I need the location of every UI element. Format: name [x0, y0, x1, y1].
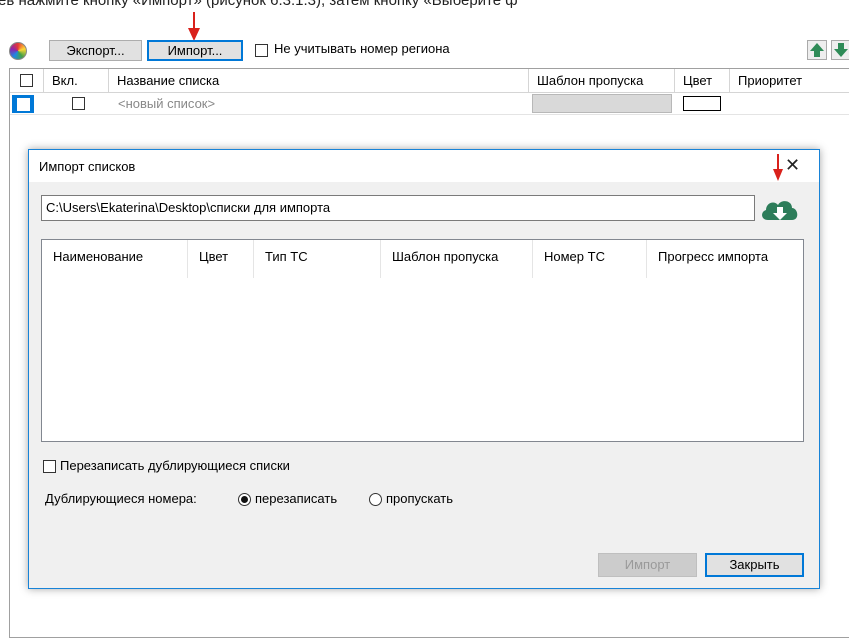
- move-up-button[interactable]: [807, 40, 827, 60]
- overwrite-duplicates-checkbox[interactable]: [43, 460, 56, 473]
- color-palette-icon[interactable]: [9, 42, 27, 60]
- arrow-down-icon: [834, 43, 848, 57]
- new-list-placeholder[interactable]: <новый список>: [118, 96, 215, 111]
- select-all-header[interactable]: [10, 69, 44, 93]
- overwrite-duplicates-label: Перезаписать дублирующиеся списки: [60, 458, 290, 473]
- dialog-title: Импорт списков: [39, 159, 136, 174]
- radio-skip[interactable]: [369, 493, 382, 506]
- import-preview-table: Наименование Цвет Тип ТС Шаблон пропуска…: [41, 239, 804, 442]
- row-enabled-checkbox[interactable]: [72, 97, 85, 110]
- import-path-field[interactable]: C:\Users\Ekaterina\Desktop\списки для им…: [41, 195, 755, 221]
- move-down-button[interactable]: [831, 40, 849, 60]
- pass-template-cell[interactable]: [532, 94, 672, 113]
- ignore-region-label: Не учитывать номер региона: [274, 41, 450, 56]
- select-all-checkbox[interactable]: [20, 74, 33, 87]
- radio-overwrite[interactable]: [238, 493, 251, 506]
- column-priority[interactable]: Приоритет: [730, 69, 849, 93]
- column-pass-template[interactable]: Шаблон пропуска: [381, 240, 533, 278]
- close-icon[interactable]: ✕: [785, 155, 800, 176]
- column-list-name[interactable]: Название списка: [109, 69, 529, 93]
- red-arrow-icon: [188, 12, 200, 41]
- import-lists-dialog: Импорт списков ✕ C:\Users\Ekaterina\Desk…: [28, 149, 820, 589]
- export-button[interactable]: Экспорт...: [49, 40, 142, 61]
- column-pass-template[interactable]: Шаблон пропуска: [529, 69, 675, 93]
- new-list-row[interactable]: <новый список>: [10, 93, 849, 115]
- cloud-download-icon[interactable]: [759, 194, 801, 224]
- radio-overwrite-label[interactable]: перезаписать: [255, 491, 337, 506]
- column-enabled[interactable]: Вкл.: [44, 69, 109, 93]
- ignore-region-checkbox[interactable]: [255, 44, 268, 57]
- row-selector[interactable]: [12, 95, 34, 113]
- import-submit-button[interactable]: Импорт: [598, 553, 697, 577]
- arrow-up-icon: [810, 43, 824, 57]
- dialog-titlebar: [29, 150, 819, 182]
- document-caption: ев нажмите кнопку «Импорт» (рисунок 6.3.…: [0, 0, 518, 9]
- column-vehicle-number[interactable]: Номер ТС: [533, 240, 647, 278]
- column-vehicle-type[interactable]: Тип ТС: [254, 240, 381, 278]
- column-import-progress[interactable]: Прогресс импорта: [647, 240, 805, 278]
- column-color[interactable]: Цвет: [188, 240, 254, 278]
- color-swatch[interactable]: [683, 96, 721, 111]
- column-color[interactable]: Цвет: [675, 69, 730, 93]
- red-arrow-icon: [773, 154, 783, 181]
- import-button[interactable]: Импорт...: [147, 40, 243, 61]
- close-button[interactable]: Закрыть: [705, 553, 804, 577]
- column-name[interactable]: Наименование: [42, 240, 188, 278]
- row-select-checkbox[interactable]: [17, 98, 30, 111]
- radio-skip-label[interactable]: пропускать: [386, 491, 453, 506]
- duplicate-numbers-label: Дублирующиеся номера:: [45, 491, 197, 506]
